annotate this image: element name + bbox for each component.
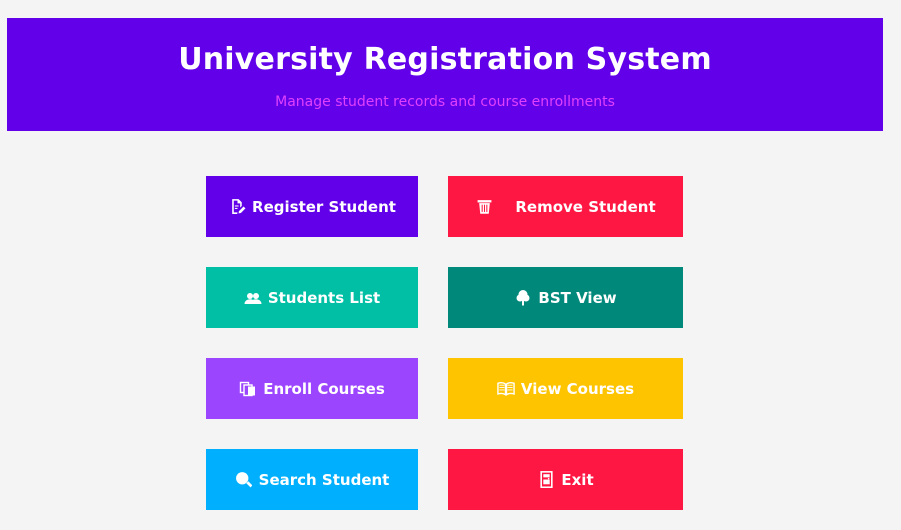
view-courses-button[interactable]: View Courses xyxy=(448,358,683,419)
enroll-courses-button[interactable]: Enroll Courses xyxy=(206,358,418,419)
search-icon xyxy=(235,471,253,489)
students-list-button[interactable]: Students List xyxy=(206,267,418,328)
copy-documents-icon xyxy=(239,380,257,398)
exit-button[interactable]: Exit xyxy=(448,449,683,510)
app-header: University Registration System Manage st… xyxy=(7,18,883,131)
view-courses-label: View Courses xyxy=(520,379,635,398)
register-student-label: Register Student xyxy=(252,197,396,216)
edit-document-icon xyxy=(228,198,246,216)
search-student-button[interactable]: Search Student xyxy=(206,449,418,510)
register-student-button[interactable]: Register Student xyxy=(206,176,418,237)
exit-label: Exit xyxy=(561,470,594,489)
bst-view-label: BST View xyxy=(538,288,617,307)
remove-student-button[interactable]: Remove Student xyxy=(448,176,683,237)
door-icon xyxy=(537,471,555,489)
page-title: University Registration System xyxy=(178,42,712,77)
students-list-label: Students List xyxy=(267,288,381,307)
bst-view-button[interactable]: BST View xyxy=(448,267,683,328)
trash-icon xyxy=(475,198,493,216)
users-icon xyxy=(244,289,262,307)
remove-student-label: Remove Student xyxy=(515,197,656,216)
open-book-icon xyxy=(497,380,515,398)
tree-icon xyxy=(514,289,532,307)
page-subtitle: Manage student records and course enroll… xyxy=(275,94,615,110)
search-student-label: Search Student xyxy=(258,470,390,489)
enroll-courses-label: Enroll Courses xyxy=(263,379,385,398)
